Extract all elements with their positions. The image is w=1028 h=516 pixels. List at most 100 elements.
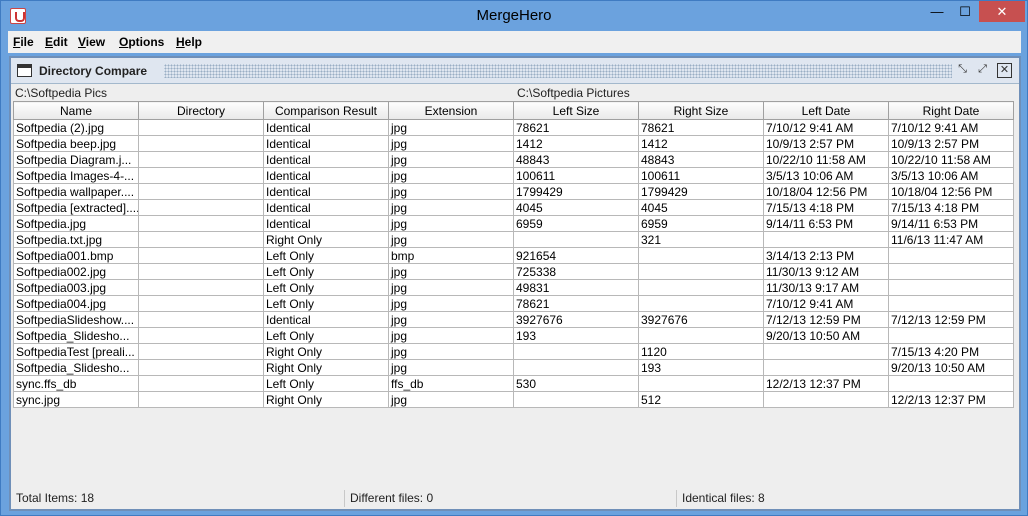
cell-comparison-result: Identical	[263, 119, 389, 136]
column-header-right-date[interactable]: Right Date	[888, 101, 1014, 120]
table-row[interactable]: sync.ffs_db Left Only ffs_db 530 12/2/13 12:…	[13, 375, 1014, 392]
table-row[interactable]: SoftpediaSlideshow.... Identical jpg 392767…	[13, 311, 1014, 328]
frame-title: Directory Compare	[39, 64, 148, 78]
cell-left-date: 11/30/13 9:12 AM	[763, 263, 889, 280]
cell-right-date	[888, 263, 1014, 280]
table-row[interactable]: Softpedia.jpg Identical jpg 6959 6959 9/14/11…	[13, 215, 1014, 232]
cell-extension: jpg	[388, 151, 514, 168]
menu-edit[interactable]: Edit	[45, 35, 68, 49]
cell-directory	[138, 359, 264, 376]
table-row[interactable]: Softpedia Images-4-... Identical jpg 100611…	[13, 167, 1014, 184]
minimize-button[interactable]: —	[923, 1, 951, 22]
cell-extension: jpg	[388, 167, 514, 184]
table-row[interactable]: Softpedia004.jpg Left Only jpg 78621 7/10/12…	[13, 295, 1014, 312]
cell-extension: jpg	[388, 183, 514, 200]
cell-left-date: 7/12/13 12:59 PM	[763, 311, 889, 328]
column-header-directory[interactable]: Directory	[138, 101, 264, 120]
frame-close-button[interactable]: ✕	[997, 63, 1012, 78]
cell-left-date: 11/30/13 9:17 AM	[763, 279, 889, 296]
cell-left-date: 3/14/13 2:13 PM	[763, 247, 889, 264]
cell-comparison-result: Right Only	[263, 231, 389, 248]
cell-directory	[138, 231, 264, 248]
menu-view[interactable]: View	[78, 35, 105, 49]
column-header-left-size[interactable]: Left Size	[513, 101, 639, 120]
menu-file[interactable]: File	[13, 35, 34, 49]
cell-comparison-result: Left Only	[263, 375, 389, 392]
column-header-left-date[interactable]: Left Date	[763, 101, 889, 120]
table-row[interactable]: Softpedia [extracted].... Identical jpg 404…	[13, 199, 1014, 216]
cell-right-date: 11/6/13 11:47 AM	[888, 231, 1014, 248]
menu-view-label: iew	[85, 35, 106, 49]
cell-left-size: 3927676	[513, 311, 639, 328]
cell-left-date: 12/2/13 12:37 PM	[763, 375, 889, 392]
menu-help[interactable]: Help	[176, 35, 202, 49]
column-header-comparison-result[interactable]: Comparison Result	[263, 101, 389, 120]
cell-directory	[138, 343, 264, 360]
cell-extension: jpg	[388, 231, 514, 248]
cell-right-date: 7/10/12 9:41 AM	[888, 119, 1014, 136]
table-row[interactable]: Softpedia_Slidesho... Left Only jpg 193 9/20…	[13, 327, 1014, 344]
cell-extension: jpg	[388, 199, 514, 216]
menu-options-mnemonic: O	[119, 35, 129, 49]
title-bar[interactable]: MergeHero — ☐ ✕	[1, 1, 1027, 31]
table-row[interactable]: sync.jpg Right Only jpg 512 12/2/13 12:37 PM	[13, 391, 1014, 408]
cell-comparison-result: Identical	[263, 199, 389, 216]
cell-extension: ffs_db	[388, 375, 514, 392]
table-row[interactable]: Softpedia.txt.jpg Right Only jpg 321 11/6/13…	[13, 231, 1014, 248]
cell-left-date: 7/10/12 9:41 AM	[763, 295, 889, 312]
cell-left-date: 7/15/13 4:18 PM	[763, 199, 889, 216]
cell-directory	[138, 199, 264, 216]
cell-right-date	[888, 375, 1014, 392]
table-row[interactable]: Softpedia003.jpg Left Only jpg 49831 11/30/1…	[13, 279, 1014, 296]
table-row[interactable]: Softpedia_Slidesho... Right Only jpg 193 9/2…	[13, 359, 1014, 376]
cell-comparison-result: Left Only	[263, 327, 389, 344]
cell-left-size	[513, 359, 639, 376]
cell-name: sync.ffs_db	[13, 375, 139, 392]
cell-name: Softpedia beep.jpg	[13, 135, 139, 152]
cell-right-size: 193	[638, 359, 764, 376]
cell-left-date: 10/22/10 11:58 AM	[763, 151, 889, 168]
table-row[interactable]: Softpedia Diagram.j... Identical jpg 48843 4…	[13, 151, 1014, 168]
table-body: Softpedia (2).jpg Identical jpg 78621 78621 7…	[13, 119, 1014, 408]
window-icon	[17, 64, 32, 77]
cell-left-size: 49831	[513, 279, 639, 296]
cell-name: Softpedia001.bmp	[13, 247, 139, 264]
cell-right-size: 100611	[638, 167, 764, 184]
cell-comparison-result: Left Only	[263, 263, 389, 280]
cell-left-size	[513, 343, 639, 360]
menu-bar: File Edit View Options Help	[8, 31, 1021, 53]
maximize-button[interactable]: ☐	[952, 1, 978, 22]
table-row[interactable]: Softpedia002.jpg Left Only jpg 725338 11/30/…	[13, 263, 1014, 280]
cell-name: Softpedia002.jpg	[13, 263, 139, 280]
cell-directory	[138, 183, 264, 200]
cell-extension: jpg	[388, 295, 514, 312]
column-header-name[interactable]: Name	[13, 101, 139, 120]
cell-right-size: 321	[638, 231, 764, 248]
cell-extension: jpg	[388, 327, 514, 344]
cell-right-date: 7/15/13 4:18 PM	[888, 199, 1014, 216]
cell-right-date: 10/18/04 12:56 PM	[888, 183, 1014, 200]
table-row[interactable]: Softpedia beep.jpg Identical jpg 1412 1412 10…	[13, 135, 1014, 152]
cell-comparison-result: Left Only	[263, 295, 389, 312]
frame-maximize-button[interactable]: ⤢	[975, 63, 990, 78]
column-header-extension[interactable]: Extension	[388, 101, 514, 120]
table-row[interactable]: Softpedia (2).jpg Identical jpg 78621 78621 7…	[13, 119, 1014, 136]
cell-name: sync.jpg	[13, 391, 139, 408]
cell-name: Softpedia wallpaper....	[13, 183, 139, 200]
compare-table-viewport[interactable]: Name Directory Comparison Result Extension L…	[13, 101, 1017, 489]
compare-table: Name Directory Comparison Result Extension L…	[13, 101, 1014, 408]
close-button[interactable]: ✕	[979, 1, 1025, 22]
cell-left-date: 10/18/04 12:56 PM	[763, 183, 889, 200]
column-header-right-size[interactable]: Right Size	[638, 101, 764, 120]
menu-options[interactable]: Options	[119, 35, 164, 49]
cell-directory	[138, 247, 264, 264]
cell-left-date: 3/5/13 10:06 AM	[763, 167, 889, 184]
table-row[interactable]: SoftpediaTest [preali... Right Only jpg 112…	[13, 343, 1014, 360]
table-row[interactable]: Softpedia001.bmp Left Only bmp 921654 3/14/1…	[13, 247, 1014, 264]
cell-left-size: 78621	[513, 119, 639, 136]
table-row[interactable]: Softpedia wallpaper.... Identical jpg 17994…	[13, 183, 1014, 200]
iconify-button[interactable]: ⤡	[955, 63, 970, 78]
title-bar-grip	[164, 64, 952, 78]
cell-directory	[138, 135, 264, 152]
frame-title-bar[interactable]: Directory Compare ⤡ ⤢ ✕	[11, 58, 1019, 84]
